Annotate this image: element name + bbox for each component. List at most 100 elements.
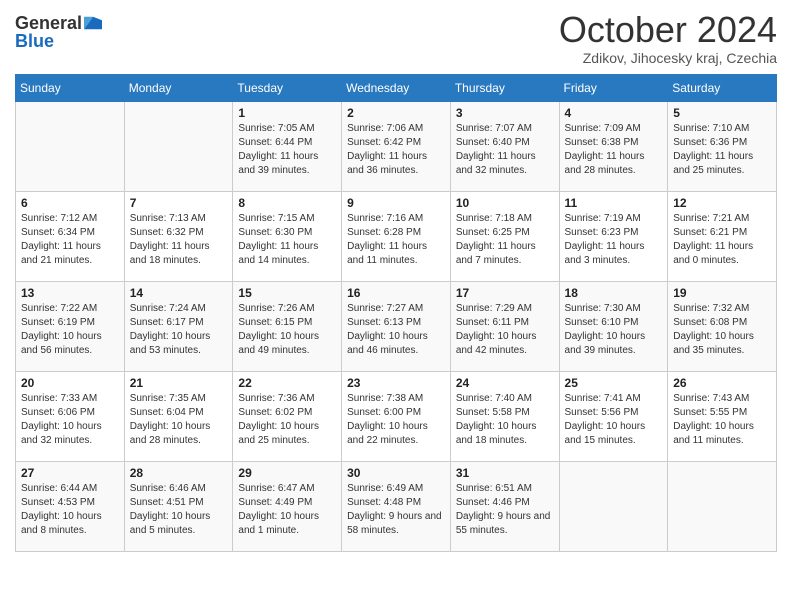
cell-day-number: 29 [238, 466, 336, 480]
calendar-cell: 5Sunrise: 7:10 AMSunset: 6:36 PMDaylight… [668, 101, 777, 191]
calendar-cell: 22 Sunrise: 7:36 AMSunset: 6:02 PMDayligh… [233, 371, 342, 461]
cell-sun-info: Sunrise: 7:07 AMSunset: 6:40 PMDaylight:… [456, 122, 554, 178]
calendar-cell [16, 101, 125, 191]
calendar-week-1: 1Sunrise: 7:05 AMSunset: 6:44 PMDaylight… [16, 101, 777, 191]
calendar-cell: 27 Sunrise: 6:44 AMSunset: 4:53 PMDayligh… [16, 461, 125, 551]
cell-sun-info: Sunrise: 7:40 AMSunset: 5:58 PMDaylight:… [456, 392, 554, 448]
calendar-cell: 7 Sunrise: 7:13 AMSunset: 6:32 PMDaylight… [124, 191, 233, 281]
cell-sun-info: Sunrise: 6:44 AMSunset: 4:53 PMDaylight:… [21, 482, 119, 538]
calendar-cell: 18 Sunrise: 7:30 AMSunset: 6:10 PMDayligh… [559, 281, 668, 371]
cell-day-number: 6 [21, 196, 119, 210]
cell-sun-info: Sunrise: 7:32 AMSunset: 6:08 PMDaylight:… [673, 302, 771, 358]
cell-day-number: 14 [130, 286, 228, 300]
day-header-saturday: Saturday [668, 74, 777, 101]
cell-day-number: 5 [673, 106, 771, 120]
cell-day-number: 22 [238, 376, 336, 390]
cell-sun-info: Sunrise: 6:49 AMSunset: 4:48 PMDaylight:… [347, 482, 445, 538]
logo-general-text: General [15, 14, 82, 32]
calendar-cell: 13 Sunrise: 7:22 AMSunset: 6:19 PMDayligh… [16, 281, 125, 371]
calendar-cell: 2 Sunrise: 7:06 AMSunset: 6:42 PMDaylight… [342, 101, 451, 191]
cell-sun-info: Sunrise: 7:27 AMSunset: 6:13 PMDaylight:… [347, 302, 445, 358]
calendar-cell: 15Sunrise: 7:26 AMSunset: 6:15 PMDayligh… [233, 281, 342, 371]
location: Zdikov, Jihocesky kraj, Czechia [559, 50, 777, 66]
cell-sun-info: Sunrise: 7:36 AMSunset: 6:02 PMDaylight:… [238, 392, 336, 448]
page-header: General Blue October 2024 Zdikov, Jihoce… [15, 10, 777, 66]
cell-day-number: 11 [565, 196, 663, 210]
calendar-cell [124, 101, 233, 191]
cell-day-number: 28 [130, 466, 228, 480]
cell-day-number: 27 [21, 466, 119, 480]
cell-day-number: 4 [565, 106, 663, 120]
calendar-cell: 9 Sunrise: 7:16 AMSunset: 6:28 PMDaylight… [342, 191, 451, 281]
calendar-week-4: 20 Sunrise: 7:33 AMSunset: 6:06 PMDayligh… [16, 371, 777, 461]
cell-sun-info: Sunrise: 7:29 AMSunset: 6:11 PMDaylight:… [456, 302, 554, 358]
logo: General Blue [15, 10, 102, 50]
calendar-cell: 16 Sunrise: 7:27 AMSunset: 6:13 PMDayligh… [342, 281, 451, 371]
calendar-cell: 28 Sunrise: 6:46 AMSunset: 4:51 PMDayligh… [124, 461, 233, 551]
calendar-week-2: 6 Sunrise: 7:12 AMSunset: 6:34 PMDaylight… [16, 191, 777, 281]
cell-day-number: 12 [673, 196, 771, 210]
cell-day-number: 2 [347, 106, 445, 120]
cell-day-number: 9 [347, 196, 445, 210]
cell-sun-info: Sunrise: 7:12 AMSunset: 6:34 PMDaylight:… [21, 212, 119, 268]
day-header-tuesday: Tuesday [233, 74, 342, 101]
cell-sun-info: Sunrise: 7:18 AMSunset: 6:25 PMDaylight:… [456, 212, 554, 268]
month-title: October 2024 [559, 10, 777, 50]
calendar-cell: 14 Sunrise: 7:24 AMSunset: 6:17 PMDayligh… [124, 281, 233, 371]
logo-icon [84, 16, 102, 30]
calendar-week-3: 13 Sunrise: 7:22 AMSunset: 6:19 PMDayligh… [16, 281, 777, 371]
cell-sun-info: Sunrise: 7:21 AMSunset: 6:21 PMDaylight:… [673, 212, 771, 268]
calendar-cell [559, 461, 668, 551]
calendar-cell: 6 Sunrise: 7:12 AMSunset: 6:34 PMDaylight… [16, 191, 125, 281]
cell-sun-info: Sunrise: 7:16 AMSunset: 6:28 PMDaylight:… [347, 212, 445, 268]
cell-day-number: 30 [347, 466, 445, 480]
cell-day-number: 21 [130, 376, 228, 390]
cell-sun-info: Sunrise: 7:06 AMSunset: 6:42 PMDaylight:… [347, 122, 445, 178]
cell-day-number: 3 [456, 106, 554, 120]
calendar-cell: 21Sunrise: 7:35 AMSunset: 6:04 PMDayligh… [124, 371, 233, 461]
calendar-table: SundayMondayTuesdayWednesdayThursdayFrid… [15, 74, 777, 552]
cell-sun-info: Sunrise: 7:22 AMSunset: 6:19 PMDaylight:… [21, 302, 119, 358]
cell-sun-info: Sunrise: 6:46 AMSunset: 4:51 PMDaylight:… [130, 482, 228, 538]
cell-day-number: 19 [673, 286, 771, 300]
cell-day-number: 13 [21, 286, 119, 300]
calendar-cell: 30 Sunrise: 6:49 AMSunset: 4:48 PMDayligh… [342, 461, 451, 551]
cell-sun-info: Sunrise: 7:05 AMSunset: 6:44 PMDaylight:… [238, 122, 336, 178]
cell-day-number: 16 [347, 286, 445, 300]
cell-day-number: 18 [565, 286, 663, 300]
calendar-cell: 19 Sunrise: 7:32 AMSunset: 6:08 PMDayligh… [668, 281, 777, 371]
cell-day-number: 23 [347, 376, 445, 390]
cell-day-number: 20 [21, 376, 119, 390]
cell-day-number: 31 [456, 466, 554, 480]
calendar-cell: 26 Sunrise: 7:43 AMSunset: 5:55 PMDayligh… [668, 371, 777, 461]
cell-sun-info: Sunrise: 6:47 AMSunset: 4:49 PMDaylight:… [238, 482, 336, 538]
cell-sun-info: Sunrise: 7:43 AMSunset: 5:55 PMDaylight:… [673, 392, 771, 448]
cell-sun-info: Sunrise: 7:33 AMSunset: 6:06 PMDaylight:… [21, 392, 119, 448]
cell-day-number: 26 [673, 376, 771, 390]
cell-sun-info: Sunrise: 7:41 AMSunset: 5:56 PMDaylight:… [565, 392, 663, 448]
calendar-cell: 24 Sunrise: 7:40 AMSunset: 5:58 PMDayligh… [450, 371, 559, 461]
day-header-sunday: Sunday [16, 74, 125, 101]
calendar-cell: 10 Sunrise: 7:18 AMSunset: 6:25 PMDayligh… [450, 191, 559, 281]
cell-day-number: 24 [456, 376, 554, 390]
cell-sun-info: Sunrise: 7:24 AMSunset: 6:17 PMDaylight:… [130, 302, 228, 358]
day-header-monday: Monday [124, 74, 233, 101]
cell-day-number: 10 [456, 196, 554, 210]
calendar-cell: 12 Sunrise: 7:21 AMSunset: 6:21 PMDayligh… [668, 191, 777, 281]
cell-sun-info: Sunrise: 7:15 AMSunset: 6:30 PMDaylight:… [238, 212, 336, 268]
cell-day-number: 17 [456, 286, 554, 300]
calendar-cell: 3 Sunrise: 7:07 AMSunset: 6:40 PMDaylight… [450, 101, 559, 191]
calendar-cell: 29 Sunrise: 6:47 AMSunset: 4:49 PMDayligh… [233, 461, 342, 551]
cell-sun-info: Sunrise: 6:51 AMSunset: 4:46 PMDaylight:… [456, 482, 554, 538]
title-section: October 2024 Zdikov, Jihocesky kraj, Cze… [559, 10, 777, 66]
day-header-friday: Friday [559, 74, 668, 101]
cell-day-number: 7 [130, 196, 228, 210]
cell-day-number: 8 [238, 196, 336, 210]
calendar-cell [668, 461, 777, 551]
cell-sun-info: Sunrise: 7:13 AMSunset: 6:32 PMDaylight:… [130, 212, 228, 268]
calendar-cell: 31 Sunrise: 6:51 AMSunset: 4:46 PMDayligh… [450, 461, 559, 551]
calendar-cell: 4 Sunrise: 7:09 AMSunset: 6:38 PMDaylight… [559, 101, 668, 191]
calendar-cell: 23Sunrise: 7:38 AMSunset: 6:00 PMDayligh… [342, 371, 451, 461]
cell-sun-info: Sunrise: 7:09 AMSunset: 6:38 PMDaylight:… [565, 122, 663, 178]
cell-sun-info: Sunrise: 7:30 AMSunset: 6:10 PMDaylight:… [565, 302, 663, 358]
